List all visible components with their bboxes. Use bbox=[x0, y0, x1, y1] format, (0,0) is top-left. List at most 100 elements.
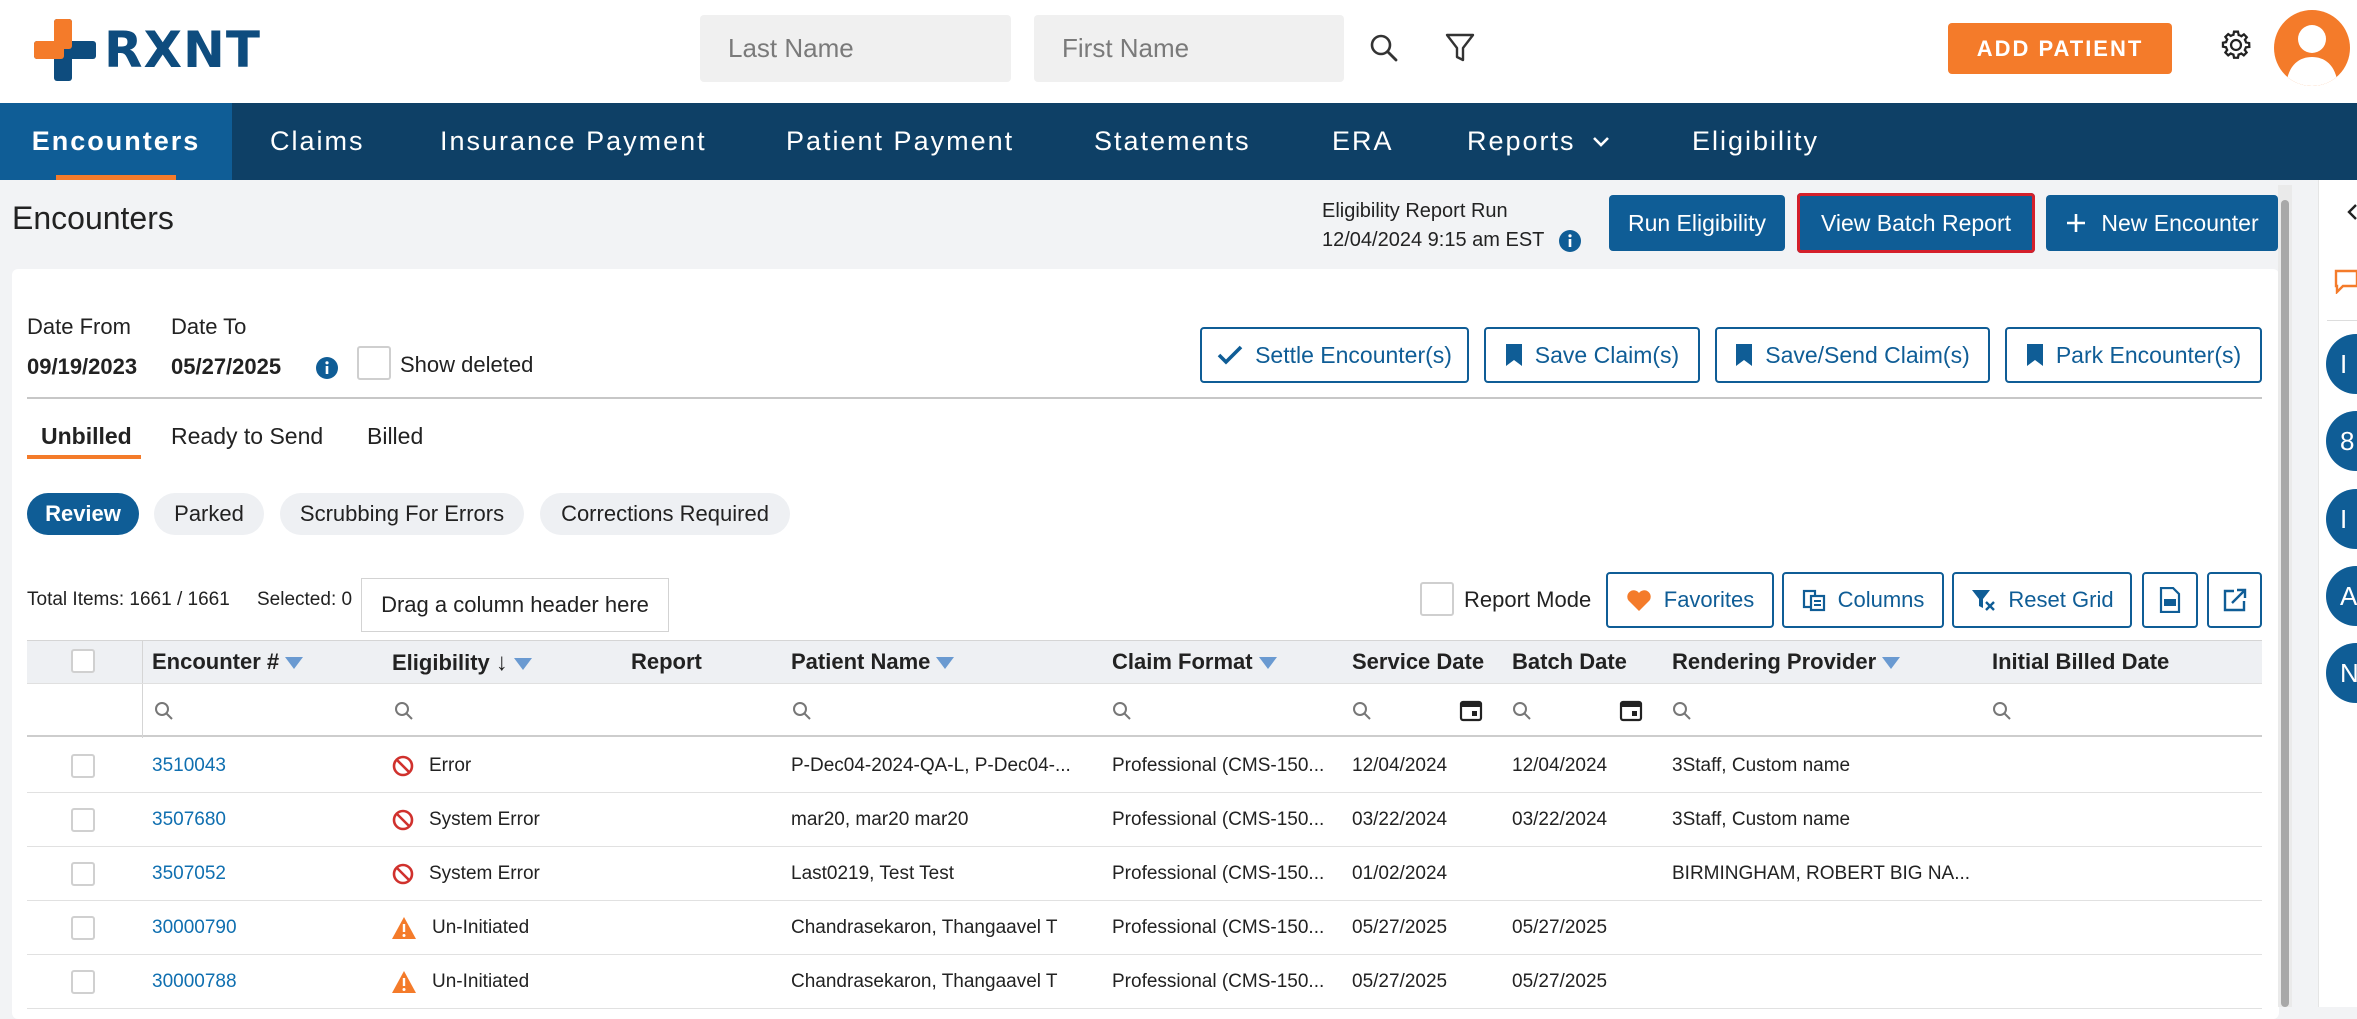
add-patient-button[interactable]: ADD PATIENT bbox=[1948, 23, 2172, 74]
column-header-report[interactable]: Report bbox=[631, 649, 702, 675]
column-header-patient-name[interactable]: Patient Name bbox=[791, 649, 955, 675]
park-encounters-button[interactable]: Park Encounter(s) bbox=[2005, 327, 2262, 383]
search-icon[interactable] bbox=[394, 701, 414, 726]
search-icon[interactable] bbox=[1992, 701, 2012, 726]
group-drop-zone[interactable]: Drag a column header here bbox=[361, 578, 669, 632]
row-checkbox[interactable] bbox=[71, 862, 95, 886]
favorites-button[interactable]: Favorites bbox=[1606, 572, 1774, 628]
column-header-batch-date[interactable]: Batch Date bbox=[1512, 649, 1627, 675]
columns-label: Columns bbox=[1837, 587, 1925, 612]
pill-review[interactable]: Review bbox=[27, 493, 139, 535]
column-header-service-date[interactable]: Service Date bbox=[1352, 649, 1484, 675]
column-filter-icon[interactable] bbox=[285, 657, 304, 669]
row-checkbox[interactable] bbox=[71, 970, 95, 994]
nav-insurance-payment[interactable]: Insurance Payment bbox=[440, 103, 707, 180]
tab-unbilled[interactable]: Unbilled bbox=[41, 423, 132, 450]
chat-icon[interactable] bbox=[2333, 268, 2357, 299]
encounter-link[interactable]: 3507680 bbox=[152, 809, 226, 831]
user-avatar[interactable] bbox=[2274, 10, 2350, 86]
info-icon[interactable] bbox=[315, 356, 339, 380]
row-checkbox[interactable] bbox=[71, 916, 95, 940]
new-encounter-label: New Encounter bbox=[2101, 209, 2259, 236]
column-header-rendering-provider[interactable]: Rendering Provider bbox=[1672, 649, 1901, 675]
column-filter-icon[interactable] bbox=[513, 658, 532, 670]
search-icon[interactable] bbox=[1352, 701, 1372, 726]
table-row[interactable]: 30000788 Un-Initiated Chandrasekaron, Th… bbox=[27, 955, 2262, 1009]
calendar-icon[interactable] bbox=[1459, 698, 1483, 727]
nav-era[interactable]: ERA bbox=[1332, 103, 1394, 180]
search-icon[interactable] bbox=[792, 701, 812, 726]
search-icon[interactable] bbox=[154, 701, 174, 726]
settle-encounters-button[interactable]: Settle Encounter(s) bbox=[1200, 327, 1469, 383]
reset-grid-label: Reset Grid bbox=[2008, 587, 2114, 612]
search-icon[interactable] bbox=[1672, 701, 1692, 726]
column-header-claim-format[interactable]: Claim Format bbox=[1112, 649, 1277, 675]
info-icon[interactable] bbox=[1558, 229, 1582, 253]
nav-encounters[interactable]: Encounters bbox=[0, 103, 232, 180]
scrollbar-thumb[interactable] bbox=[2281, 200, 2289, 1007]
export-button[interactable] bbox=[2207, 572, 2262, 628]
gear-icon[interactable] bbox=[2216, 25, 2256, 65]
save-claims-button[interactable]: Save Claim(s) bbox=[1484, 327, 1700, 383]
nav-eligibility[interactable]: Eligibility bbox=[1692, 103, 1819, 180]
new-encounter-button[interactable]: New Encounter bbox=[2046, 195, 2278, 251]
column-filter-icon[interactable] bbox=[1258, 657, 1277, 669]
encounter-link[interactable]: 3507052 bbox=[152, 863, 226, 885]
column-header-eligibility[interactable]: Eligibility ↓ bbox=[392, 649, 532, 677]
first-name-input[interactable] bbox=[1034, 15, 1344, 82]
sort-down-icon[interactable]: ↓ bbox=[496, 649, 508, 677]
show-deleted-label: Show deleted bbox=[400, 352, 534, 377]
columns-button[interactable]: Columns bbox=[1782, 572, 1944, 628]
warning-icon bbox=[390, 969, 418, 1000]
save-send-claims-button[interactable]: Save/Send Claim(s) bbox=[1715, 327, 1990, 383]
table-row[interactable]: 3510043 Error P-Dec04-2024-QA-L, P-Dec04… bbox=[27, 739, 2262, 793]
service-date: 05/27/2025 bbox=[1352, 971, 1448, 992]
row-checkbox[interactable] bbox=[71, 808, 95, 832]
column-header-initial-billed-date[interactable]: Initial Billed Date bbox=[1992, 649, 2169, 675]
encounter-link[interactable]: 3510043 bbox=[152, 755, 226, 777]
row-checkbox[interactable] bbox=[71, 754, 95, 778]
tab-ready-to-send[interactable]: Ready to Send bbox=[171, 423, 323, 450]
pill-scrubbing-for-errors[interactable]: Scrubbing For Errors bbox=[280, 493, 524, 535]
calendar-icon[interactable] bbox=[1619, 698, 1643, 727]
collapse-chevron-icon[interactable] bbox=[2347, 204, 2357, 225]
search-icon[interactable] bbox=[1512, 701, 1532, 726]
tab-billed[interactable]: Billed bbox=[367, 423, 423, 450]
chevron-down-icon bbox=[1592, 136, 1610, 148]
date-from-value[interactable]: 09/19/2023 bbox=[27, 354, 137, 380]
search-icon[interactable] bbox=[1364, 28, 1404, 68]
nav-statements[interactable]: Statements bbox=[1094, 103, 1251, 180]
pill-corrections-required[interactable]: Corrections Required bbox=[540, 493, 790, 535]
brand-logo[interactable]: RXNT bbox=[34, 18, 261, 82]
run-eligibility-button[interactable]: Run Eligibility bbox=[1609, 195, 1785, 251]
encounter-link[interactable]: 30000788 bbox=[152, 971, 237, 993]
date-to-value[interactable]: 05/27/2025 bbox=[171, 354, 281, 380]
share-icon bbox=[2222, 587, 2248, 613]
column-filter-icon[interactable] bbox=[1882, 657, 1901, 669]
eligibility-run-time: 12/04/2024 9:15 am EST bbox=[1322, 229, 1545, 251]
error-icon bbox=[391, 862, 415, 891]
search-icon[interactable] bbox=[1112, 701, 1132, 726]
encounter-link[interactable]: 30000790 bbox=[152, 917, 237, 939]
claim-format: Professional (CMS-150... bbox=[1112, 755, 1325, 776]
view-batch-report-button[interactable]: View Batch Report bbox=[1797, 193, 2035, 253]
filter-icon[interactable] bbox=[1440, 28, 1480, 68]
nav-claims[interactable]: Claims bbox=[270, 103, 365, 180]
table-row[interactable]: 30000790 Un-Initiated Chandrasekaron, Th… bbox=[27, 901, 2262, 955]
column-filter-icon[interactable] bbox=[936, 657, 955, 669]
column-header-encounter[interactable]: Encounter # bbox=[152, 649, 304, 675]
export-pdf-button[interactable] bbox=[2142, 572, 2198, 628]
show-deleted-checkbox[interactable] bbox=[357, 346, 391, 380]
table-row[interactable]: 3507680 System Error mar20, mar20 mar20 … bbox=[27, 793, 2262, 847]
nav-reports[interactable]: Reports bbox=[1467, 103, 1610, 180]
reset-grid-button[interactable]: Reset Grid bbox=[1952, 572, 2132, 628]
select-all-checkbox[interactable] bbox=[71, 649, 95, 673]
eligibility-status: Un-Initiated bbox=[432, 971, 530, 992]
table-row[interactable]: 3507052 System Error Last0219, Test Test… bbox=[27, 847, 2262, 901]
nav-patient-payment[interactable]: Patient Payment bbox=[786, 103, 1014, 180]
service-date: 05/27/2025 bbox=[1352, 917, 1448, 938]
report-mode-checkbox[interactable] bbox=[1420, 582, 1454, 616]
batch-date: 03/22/2024 bbox=[1512, 809, 1608, 830]
pill-parked[interactable]: Parked bbox=[154, 493, 264, 535]
last-name-input[interactable] bbox=[700, 15, 1011, 82]
